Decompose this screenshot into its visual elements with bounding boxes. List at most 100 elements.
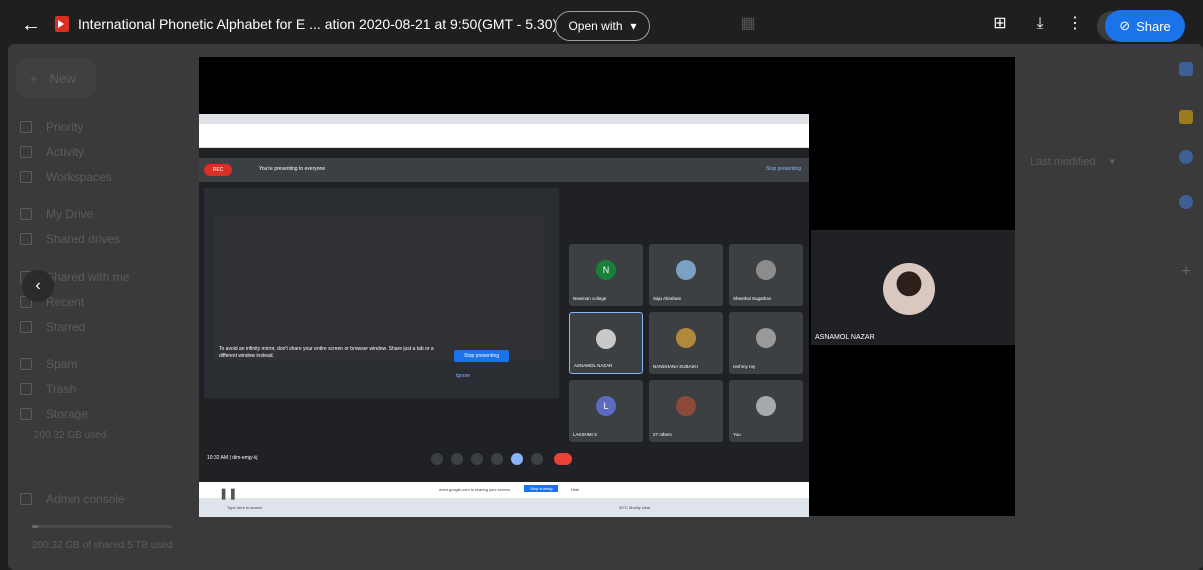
comment-icon[interactable]: ▦: [738, 14, 758, 34]
participant-avatar: [756, 396, 776, 416]
participant-avatar: [756, 328, 776, 348]
taskbar-search: Type here to search: [227, 505, 263, 510]
sidebar-item-trash[interactable]: Trash: [20, 382, 76, 396]
video-frame-screenshot: REC You're presenting to everyone Stop p…: [199, 114, 809, 517]
raise-hand-icon: [491, 453, 503, 465]
participant-name: Saju Abraham: [653, 296, 682, 301]
video-player[interactable]: REC You're presenting to everyone Stop p…: [199, 57, 1015, 517]
storage-progress-fill: [32, 525, 38, 528]
mic-icon: [431, 453, 443, 465]
sort-last-modified[interactable]: Last modified ▾: [1030, 155, 1115, 169]
presenting-text: You're presenting to everyone: [259, 166, 326, 172]
open-with-button[interactable]: Open with ▾: [555, 11, 650, 41]
stop-sharing-button: Stop sharing: [524, 485, 559, 492]
participant-avatar: [676, 396, 696, 416]
download-icon[interactable]: ⤓: [1030, 14, 1050, 34]
sidebar-item-label: Shared with me: [46, 270, 130, 284]
participant-tile: reshmy roy: [729, 312, 803, 374]
participant-tile: NANDHANA SUBASH: [649, 312, 723, 374]
participant-tile: L LAKSHMI S: [569, 380, 643, 442]
video-file-icon: [55, 16, 69, 32]
participant-avatar: L: [596, 396, 616, 416]
participant-name: reshmy roy: [733, 364, 756, 369]
storage-progress-bar: [32, 525, 172, 528]
stop-presenting-link: Stop presenting: [765, 166, 801, 172]
meet-control-bar: 10:32 AM | dim-emjy-iij: [199, 445, 809, 475]
sort-label: Last modified: [1030, 155, 1096, 168]
sidebar-item-label: Priority: [46, 120, 84, 134]
sidebar-item-admin-console[interactable]: Admin console: [20, 492, 125, 506]
participant-name: ASNAMOL NAZAR: [574, 363, 613, 368]
sidebar-item-label: Activity: [46, 145, 85, 159]
screen-share-notice-bar: meet.google.com is sharing your screen. …: [199, 482, 809, 498]
plus-icon: +: [30, 70, 38, 86]
spam-icon: [20, 358, 32, 370]
participant-name: You: [733, 432, 741, 437]
open-with-label: Open with: [568, 19, 623, 33]
sidebar-item-shared-drives[interactable]: Shared drives: [20, 232, 120, 246]
chevron-left-icon: ‹: [35, 277, 41, 294]
camera-avatar: [883, 263, 935, 315]
stop-presenting-button: Stop presenting: [454, 350, 509, 362]
ignore-link: Ignore: [456, 373, 471, 379]
workspaces-icon: [20, 171, 32, 183]
participant-name: Sheethal Sugathan: [733, 296, 772, 301]
play-icon[interactable]: ❚❚: [219, 488, 237, 500]
cloud-icon: [20, 408, 32, 420]
sidebar-item-label: Spam: [46, 357, 78, 371]
new-button-label: New: [49, 70, 76, 86]
sidebar-item-label: Storage: [46, 407, 89, 421]
sidebar-item-activity[interactable]: Activity: [20, 145, 84, 159]
tasks-rail-icon[interactable]: [1179, 150, 1193, 164]
back-arrow-icon[interactable]: ←: [20, 14, 42, 36]
star-icon: [20, 321, 32, 333]
storage-footer-text: 200.32 GB of shared 5 TB used: [32, 540, 173, 551]
preview-top-bar: ← International Phonetic Alphabet for E …: [0, 0, 1203, 52]
sidebar-item-priority[interactable]: Priority: [20, 120, 83, 134]
participant-tile: Saju Abraham: [649, 244, 723, 306]
browser-address-bar: [199, 124, 809, 136]
new-button[interactable]: + New: [16, 58, 96, 98]
present-icon: [511, 453, 523, 465]
meet-presenting-bar: REC You're presenting to everyone Stop p…: [199, 158, 809, 182]
participant-tile: 27 others: [649, 380, 723, 442]
file-title: International Phonetic Alphabet for E ..…: [78, 16, 558, 32]
drive-icon: [20, 208, 32, 220]
mirror-inner-screen: [214, 216, 544, 361]
participant-avatar: [596, 329, 616, 349]
rec-badge: REC: [204, 164, 232, 176]
caret-down-icon: ▾: [630, 19, 637, 33]
add-comment-icon[interactable]: ⊞: [990, 14, 1010, 34]
add-rail-icon[interactable]: +: [1179, 264, 1193, 280]
sidebar-item-my-drive[interactable]: My Drive: [20, 207, 93, 221]
calendar-rail-icon[interactable]: [1179, 62, 1193, 76]
sidebar-item-spam[interactable]: Spam: [20, 357, 77, 371]
meeting-clock: 10:32 AM | dim-emjy-iij: [207, 455, 258, 461]
share-button[interactable]: ⊘ Share: [1105, 10, 1185, 42]
previous-file-button[interactable]: ‹: [22, 270, 54, 302]
admin-gear-icon: [20, 493, 32, 505]
sidebar-item-starred[interactable]: Starred: [20, 320, 85, 334]
arrow-down-icon: ▾: [1109, 156, 1115, 168]
sidebar-item-label: Admin console: [46, 492, 125, 506]
participant-tile: You: [729, 380, 803, 442]
share-notice-text: meet.google.com is sharing your screen.: [439, 487, 512, 492]
more-vert-icon[interactable]: ⋮: [1065, 14, 1085, 34]
participant-name: 27 others: [653, 432, 672, 437]
share-label: Share: [1136, 18, 1171, 34]
sidebar-item-label: Shared drives: [46, 232, 121, 246]
contacts-rail-icon[interactable]: [1179, 195, 1193, 209]
sidebar-item-storage[interactable]: Storage: [20, 407, 88, 421]
player-controls[interactable]: ❚❚: [219, 487, 237, 500]
windows-taskbar: Type here to search 30°C Mostly clear: [199, 498, 809, 517]
sidebar-item-workspaces[interactable]: Workspaces: [20, 170, 112, 184]
end-call-icon: [554, 453, 572, 465]
participant-name: Newman college: [573, 296, 607, 301]
storage-used-text: 200.32 GB used: [34, 430, 107, 441]
sidebar-item-label: Trash: [46, 382, 77, 396]
participant-tile: ASNAMOL NAZAR: [569, 312, 643, 374]
keep-rail-icon[interactable]: [1179, 110, 1193, 124]
sidebar-item-label: Starred: [46, 320, 86, 334]
captions-icon: [471, 453, 483, 465]
participant-avatar: N: [596, 260, 616, 280]
